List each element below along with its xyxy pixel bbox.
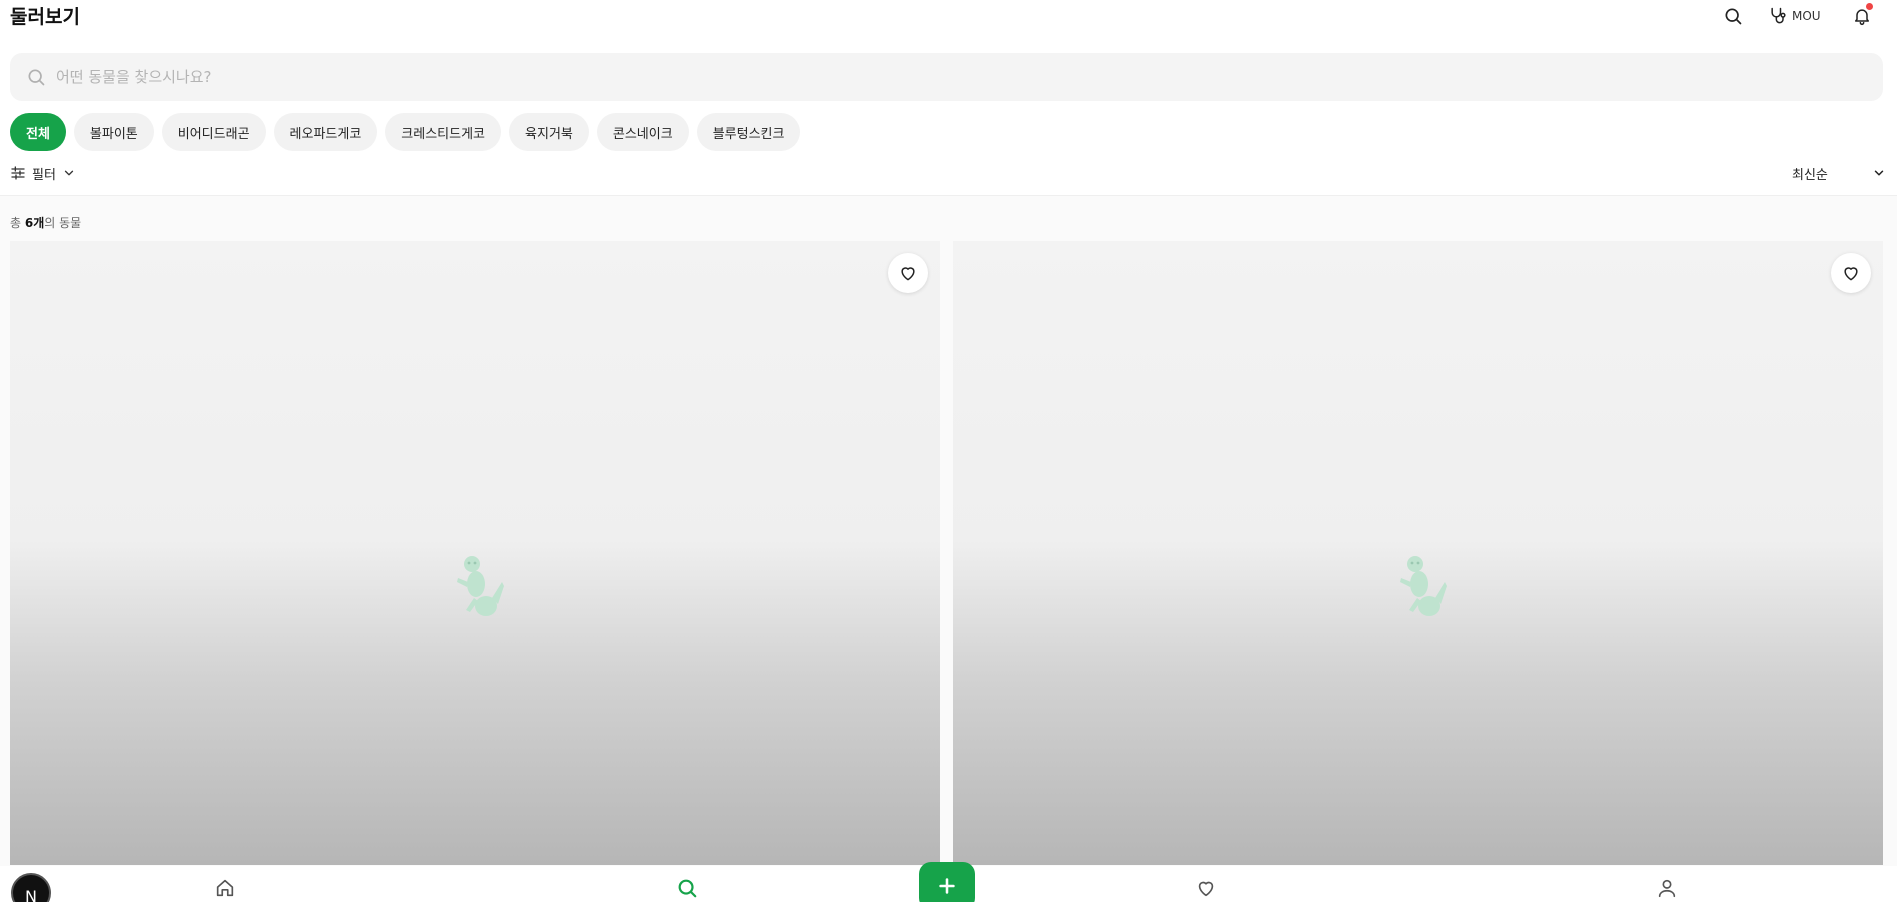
page-title: 둘러보기 — [10, 6, 80, 28]
plus-icon — [939, 878, 955, 894]
lizard-icon — [457, 556, 504, 616]
sort-selected: 최신순 — [1792, 167, 1828, 183]
lizard-icon — [1400, 556, 1447, 616]
nav-profile[interactable] — [1653, 874, 1681, 902]
search-bar — [10, 53, 1883, 101]
chip-leopard-gecko[interactable]: 레오파드게코 — [273, 113, 378, 151]
result-count: 총 6개의 동물 — [10, 214, 81, 231]
filter-button[interactable]: 필터 — [10, 162, 76, 184]
search-icon — [28, 69, 45, 86]
chip-blue-tongue-skink[interactable]: 블루텅스킨크 — [696, 113, 801, 151]
search-input[interactable] — [56, 68, 1836, 86]
chip-bearded-dragon[interactable]: 비어디드래곤 — [161, 113, 266, 151]
sliders-icon — [11, 166, 25, 180]
vet-label: MOU — [1792, 9, 1821, 23]
heart-icon — [1844, 267, 1858, 281]
nav-search[interactable] — [673, 874, 701, 902]
notification-dot — [1866, 3, 1873, 10]
count-suffix: 의 동물 — [44, 216, 82, 230]
heart-icon — [901, 267, 915, 281]
chip-all[interactable]: 전체 — [10, 113, 66, 151]
add-animal-button[interactable] — [919, 862, 975, 902]
user-icon — [1658, 879, 1676, 898]
app-header: 둘러보기 MOU — [0, 0, 1897, 40]
chip-crested-gecko[interactable]: 크레스티드게코 — [385, 113, 502, 151]
nav-favorites[interactable] — [1192, 874, 1220, 902]
favorite-button[interactable] — [888, 253, 928, 293]
chip-ball-python[interactable]: 볼파이톤 — [73, 113, 154, 151]
animal-card[interactable] — [10, 241, 940, 865]
header-search-button[interactable] — [1719, 2, 1747, 30]
results-area: 총 6개의 동물 — [0, 196, 1897, 902]
animal-card[interactable] — [953, 241, 1883, 865]
home-icon — [216, 879, 234, 897]
count-prefix: 총 — [10, 216, 25, 230]
favorite-button[interactable] — [1831, 253, 1871, 293]
heart-icon — [1198, 881, 1214, 897]
chevron-down-icon — [64, 170, 74, 176]
count-value: 6개 — [24, 216, 45, 230]
search-icon — [1725, 8, 1742, 25]
chip-tortoise[interactable]: 육지거북 — [509, 113, 589, 151]
stethoscope-icon — [1771, 7, 1786, 24]
vet-button[interactable]: MOU — [1768, 2, 1821, 30]
nav-home[interactable] — [211, 874, 239, 902]
filter-label: 필터 — [32, 167, 56, 183]
chevron-down-icon — [1874, 170, 1884, 176]
search-icon — [678, 879, 697, 898]
notification-button[interactable] — [1848, 2, 1876, 30]
chip-corn-snake[interactable]: 콘스네이크 — [596, 113, 689, 151]
sort-select[interactable]: 최신순 — [1792, 162, 1886, 184]
category-chips: 전체 볼파이톤 비어디드래곤 레오파드게코 크레스티드게코 육지거북 콘스네이크… — [10, 113, 801, 151]
